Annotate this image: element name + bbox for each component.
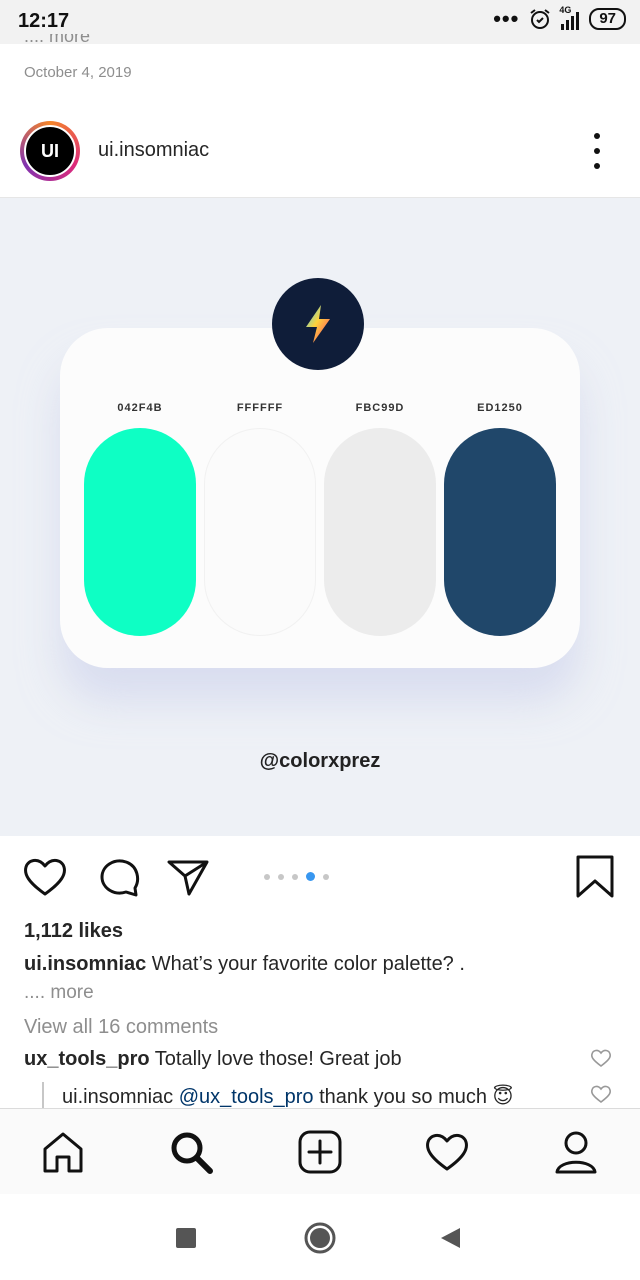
carousel-dot-active (306, 872, 315, 881)
save-bookmark-icon[interactable] (572, 854, 618, 900)
like-heart-icon[interactable] (22, 854, 68, 900)
post-image[interactable]: 042F4B FFFFFF FBC99D ED1250 @colorxprez (0, 198, 640, 836)
color-swatch (204, 428, 316, 636)
avatar: UI (24, 125, 76, 177)
post-date: October 4, 2019 (24, 64, 132, 81)
post-author-username[interactable]: ui.insomniac (98, 139, 209, 162)
post-actions (0, 836, 640, 918)
post-header: UI ui.insomniac (0, 105, 640, 198)
status-icons: ••• 4G 97 (493, 5, 626, 31)
battery-icon: 97 (589, 8, 626, 30)
previous-caption-more[interactable]: .... more (24, 34, 90, 44)
view-all-comments-link[interactable]: View all 16 comments (24, 1016, 218, 1039)
swatch-label: FFFFFF (236, 402, 284, 414)
comment-like-icon[interactable] (590, 1048, 612, 1068)
system-navigation-bar (0, 1194, 640, 1280)
reply-like-icon[interactable] (590, 1084, 612, 1104)
color-swatch (84, 428, 196, 636)
carousel-dot (264, 873, 270, 880)
like-count[interactable]: 1,112 likes (24, 920, 123, 943)
back-triangle-icon[interactable] (438, 1226, 462, 1250)
post-caption: ui.insomniac What’s your favorite color … (24, 953, 465, 976)
home-icon[interactable] (40, 1129, 86, 1175)
carousel-dot (323, 873, 329, 880)
brand-badge (272, 278, 364, 370)
reply-text: thank you so much 😇 (313, 1086, 514, 1108)
profile-icon[interactable] (553, 1129, 599, 1175)
reply-username[interactable]: ui.insomniac (62, 1086, 173, 1108)
lightning-bolt-icon (306, 305, 330, 343)
swatch-label: ED1250 (477, 402, 523, 414)
comment-username[interactable]: ux_tools_pro (24, 1048, 150, 1070)
swatch-label: FBC99D (355, 402, 405, 414)
home-circle-icon[interactable] (303, 1221, 337, 1255)
alarm-icon (530, 9, 550, 29)
avatar-story-ring[interactable]: UI (20, 121, 80, 181)
signal-icon: 4G (559, 5, 580, 30)
search-icon[interactable] (168, 1129, 214, 1175)
caption-more-link[interactable]: .... more (24, 982, 94, 1004)
comment-bubble-icon[interactable] (96, 854, 142, 900)
share-paper-plane-icon[interactable] (165, 854, 211, 900)
carousel-dot (292, 873, 298, 880)
status-bar: 12:17 ••• 4G 97 (0, 0, 640, 44)
bottom-navigation (0, 1108, 640, 1195)
comment-reply: ui.insomniac @ux_tools_pro thank you so … (62, 1084, 513, 1109)
color-swatch (444, 428, 556, 636)
more-options-button[interactable] (584, 133, 610, 169)
swatch-label: 042F4B (117, 402, 163, 414)
recents-square-icon[interactable] (174, 1226, 198, 1250)
comment-text: Totally love those! Great job (149, 1048, 402, 1070)
reply-mention[interactable]: @ux_tools_pro (179, 1086, 314, 1108)
caption-username[interactable]: ui.insomniac (24, 953, 146, 975)
carousel-dot (278, 873, 284, 880)
carousel-indicator (264, 872, 329, 881)
more-notifications-icon: ••• (493, 6, 520, 31)
network-type: 4G (559, 5, 572, 15)
reply-thread-line (42, 1082, 44, 1108)
caption-text: What’s your favorite color palette? . (146, 953, 465, 975)
color-swatch (324, 428, 436, 636)
activity-heart-icon[interactable] (424, 1129, 470, 1175)
comment: ux_tools_pro Totally love those! Great j… (24, 1048, 402, 1071)
status-time: 12:17 (18, 10, 70, 32)
palette-card: 042F4B FFFFFF FBC99D ED1250 (60, 328, 580, 668)
add-post-icon[interactable] (297, 1129, 343, 1175)
image-watermark: @colorxprez (259, 750, 381, 772)
